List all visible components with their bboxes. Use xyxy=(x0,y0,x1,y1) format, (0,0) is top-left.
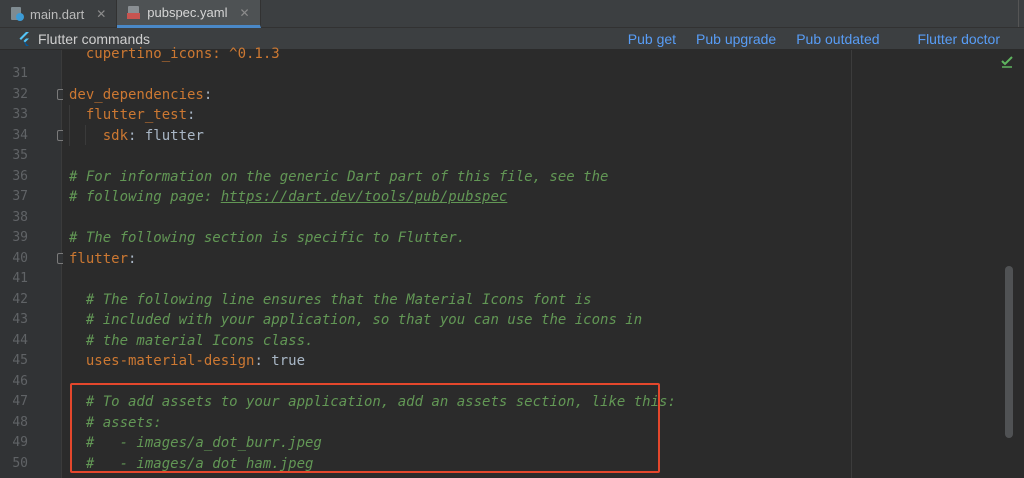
code-line-34: sdk: flutter xyxy=(102,127,204,144)
line-number: 39 xyxy=(12,230,28,245)
pub-get-link[interactable]: Pub get xyxy=(628,31,676,47)
assets-highlight-box xyxy=(70,383,660,473)
editor-tab-bar: main.dart ✕ pubspec.yaml ✕ xyxy=(0,0,1024,28)
line-number: 42 xyxy=(12,291,28,307)
line-number: 49 xyxy=(12,435,28,450)
code-line-40: flutter: xyxy=(69,250,137,267)
code-line-33: flutter_test: xyxy=(85,107,196,123)
pub-outdated-link[interactable]: Pub outdated xyxy=(796,31,879,47)
tab-main-dart[interactable]: main.dart ✕ xyxy=(0,0,118,28)
line-number: 32 xyxy=(12,86,28,102)
line-number: 50 xyxy=(12,455,28,471)
line-number: 31 xyxy=(12,66,28,81)
yaml-value: true xyxy=(271,353,306,369)
yaml-key: dev_dependencies xyxy=(69,86,204,103)
close-icon[interactable]: ✕ xyxy=(239,6,249,20)
line-number-gutter: 31 32 33 34 35 36 37 38 39 40 41 42 43 4… xyxy=(0,50,66,478)
code-line-45: uses-material-design: true xyxy=(85,353,306,369)
line-number: 36 xyxy=(12,168,28,184)
line-number: 44 xyxy=(12,332,28,348)
code-line-37: # following page: https://dart.dev/tools… xyxy=(69,189,508,205)
close-icon[interactable]: ✕ xyxy=(96,7,106,21)
pubspec-docs-link[interactable]: https://dart.dev/tools/pub/pubspec xyxy=(221,189,508,205)
editor-side-area xyxy=(852,50,1024,478)
flutter-logo-icon xyxy=(19,31,29,46)
tab-pubspec-yaml[interactable]: pubspec.yaml ✕ xyxy=(117,0,261,28)
line-number: 37 xyxy=(12,189,28,204)
line-number: 45 xyxy=(12,353,28,368)
code-line-30: cupertino_icons: ^0.1.3 xyxy=(69,44,280,65)
code-line-43: # included with your application, so tha… xyxy=(85,312,643,328)
pub-upgrade-link[interactable]: Pub upgrade xyxy=(696,31,776,47)
line-number: 43 xyxy=(12,312,28,327)
flutter-actions: Pub get Pub upgrade Pub outdated Flutter… xyxy=(608,31,1000,47)
vertical-scrollbar-thumb[interactable] xyxy=(1005,266,1013,438)
tab-bar-edge xyxy=(1018,0,1024,27)
yaml-value: flutter xyxy=(144,127,204,144)
line-number: 33 xyxy=(12,107,28,122)
line-number: 46 xyxy=(12,373,28,389)
yaml-key: cupertino_icons: ^0.1.3 xyxy=(85,46,280,62)
yaml-key: flutter xyxy=(69,250,129,267)
line-number: 35 xyxy=(12,148,28,163)
line-number: 38 xyxy=(12,209,28,225)
code-line-36: # For information on the generic Dart pa… xyxy=(69,168,609,185)
line-number: 41 xyxy=(12,271,28,286)
yaml-key: uses-material-design xyxy=(85,353,255,369)
tab-label: pubspec.yaml xyxy=(147,5,228,20)
flutter-doctor-link[interactable]: Flutter doctor xyxy=(918,31,1000,47)
code-line-32: dev_dependencies: xyxy=(69,86,213,103)
yaml-key: sdk xyxy=(102,127,129,144)
line-number: 47 xyxy=(12,394,28,409)
code-line-42: # The following line ensures that the Ma… xyxy=(85,291,592,308)
yaml-key: flutter_test xyxy=(85,107,188,123)
line-number: 48 xyxy=(12,414,28,430)
code-line-44: # the material Icons class. xyxy=(85,332,314,349)
code-line-39: # The following section is specific to F… xyxy=(69,230,466,246)
line-number: 40 xyxy=(12,250,28,266)
yaml-file-icon xyxy=(127,5,141,21)
tab-label: main.dart xyxy=(30,6,85,22)
dart-file-icon xyxy=(10,6,24,22)
line-number: 34 xyxy=(12,127,28,143)
